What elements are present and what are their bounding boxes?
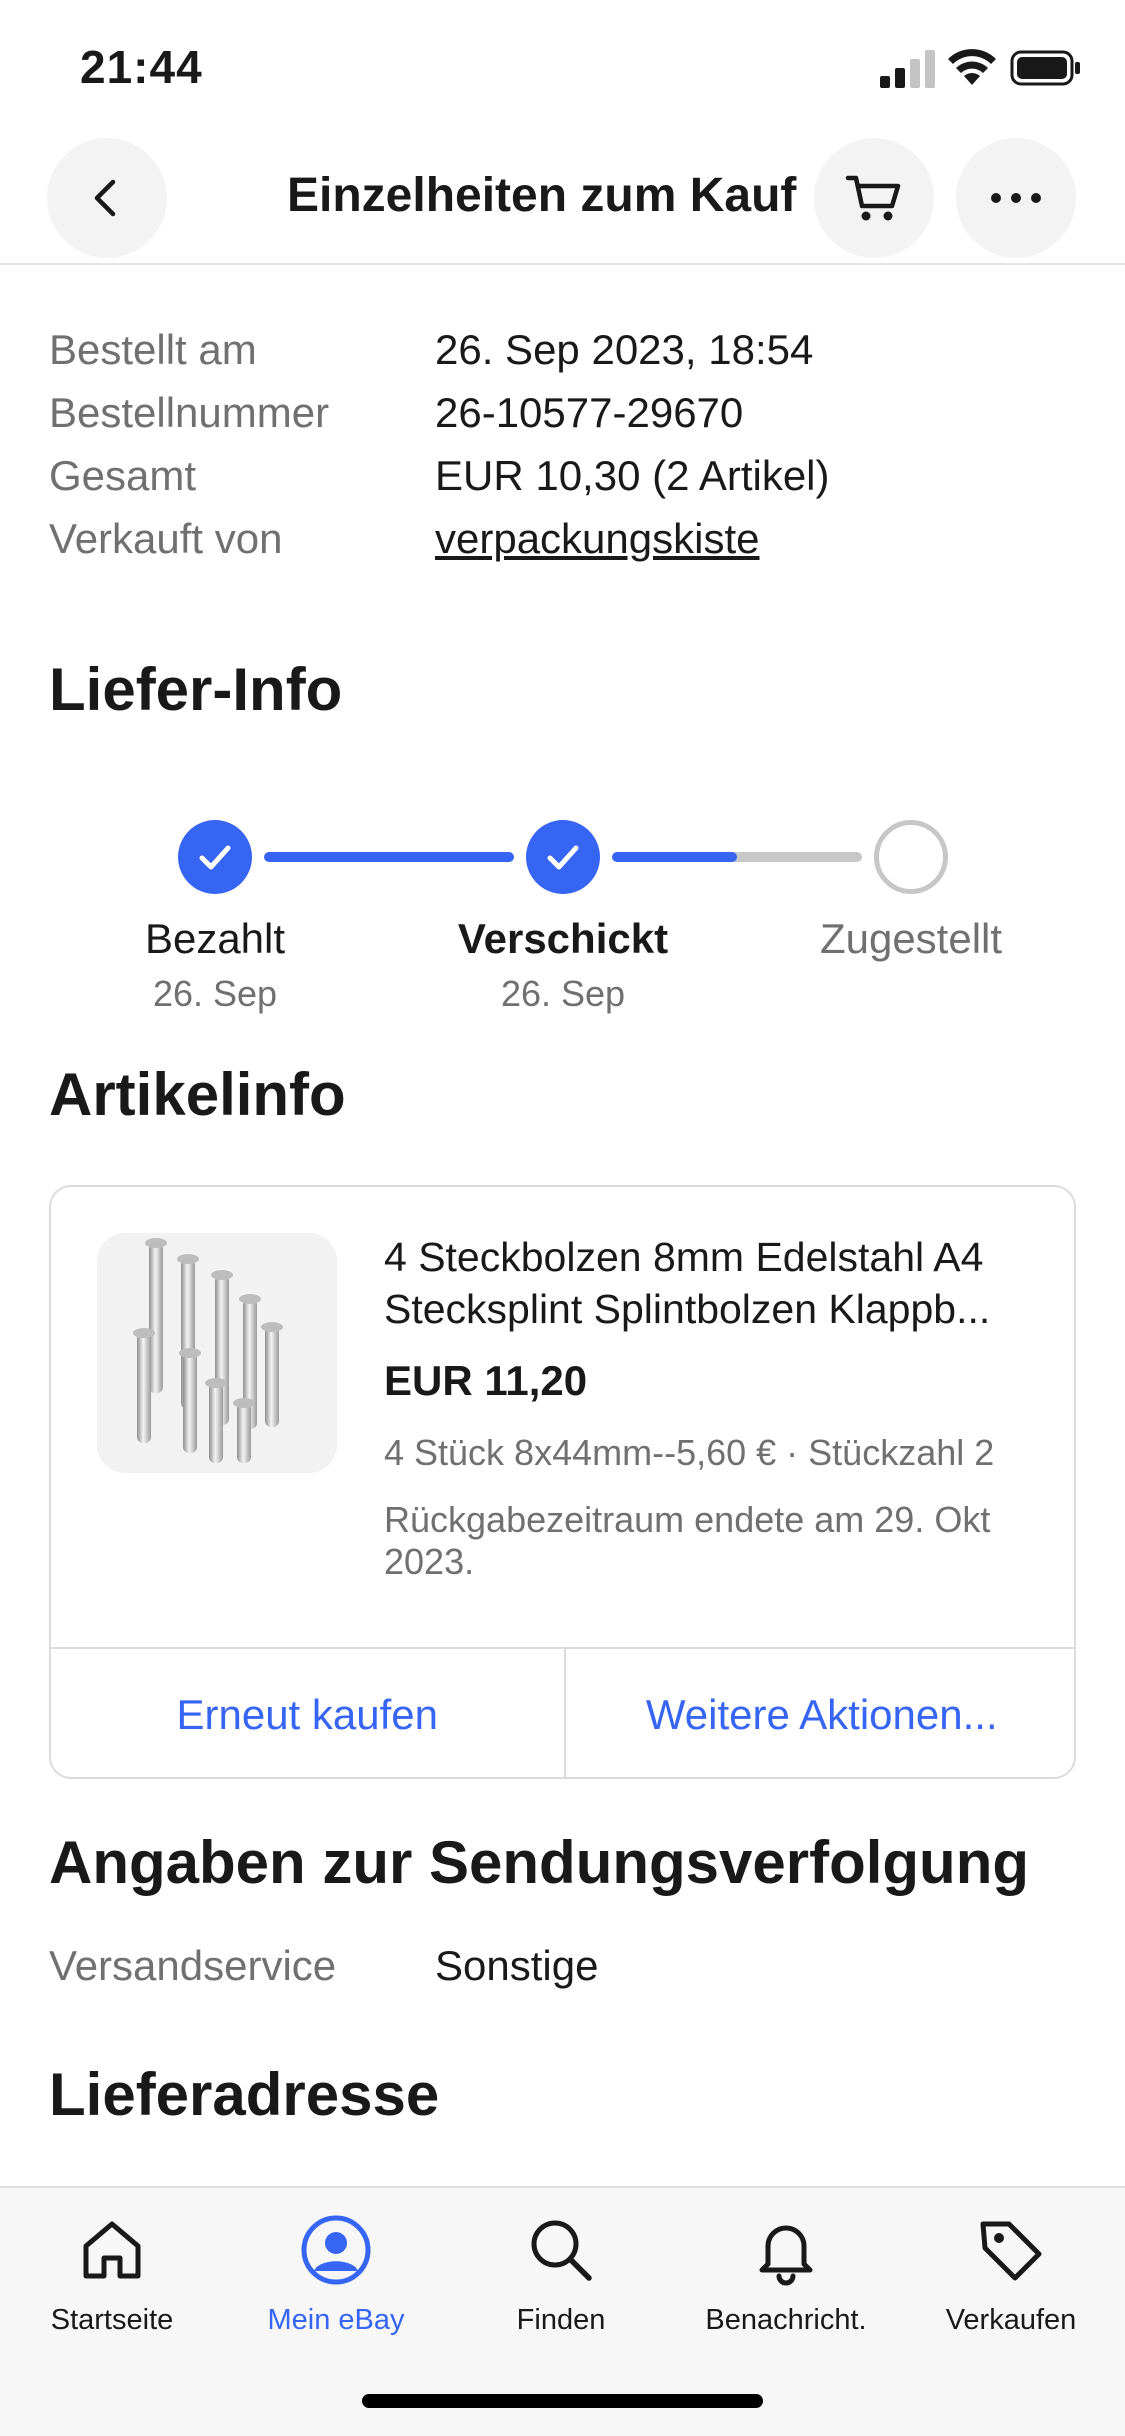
step-paid-label: Bezahlt [144,915,286,962]
wifi-icon [948,49,996,85]
progress-segment-fill [612,852,737,862]
detail-label: Bestellnummer [49,389,330,436]
tab-notifications[interactable]: Benachricht. [686,2210,886,2337]
order-number-value: 26-10577-29670 [435,389,744,436]
seller-row: Verkauft von verpackungskiste [49,507,1079,570]
tab-sell[interactable]: Verkaufen [911,2210,1111,2337]
detail-label: Verkauft von [49,515,283,562]
chevron-left-icon [94,179,116,217]
tracking-heading: Angaben zur Sendungsverfolgung [49,1829,1030,1896]
tab-search[interactable]: Finden [461,2210,661,2337]
status-time: 21:44 [80,41,203,93]
order-number-row: Bestellnummer 26-10577-29670 [49,381,1079,444]
progress-segment-shipped-delivered [612,852,862,862]
return-window-note: Rückgabezeitraum endete am 29. Okt 2023. [384,1499,991,1582]
order-date-value: 26. Sep 2023, 18:54 [435,326,814,373]
detail-label: Gesamt [49,452,197,499]
item-title[interactable]: 4 Steckbolzen 8mm Edelstahl A4 Steckspli… [384,1231,1054,1335]
tab-label: Verkaufen [945,2304,1077,2336]
order-total-value: EUR 10,30 (2 Artikel) [435,452,830,499]
step-delivered-label: Zugestellt [819,915,1003,962]
bell-icon [746,2210,826,2290]
navigation-bar: Einzelheiten zum Kauf [0,130,1125,265]
page-title: Einzelheiten zum Kauf [287,169,797,222]
user-icon [296,2210,376,2290]
delivery-progress: Bezahlt 26. Sep Verschickt 26. Sep Zuges… [0,815,1125,1035]
order-date-row: Bestellt am 26. Sep 2023, 18:54 [49,318,1079,381]
tab-label: Benachricht. [705,2304,867,2336]
shipping-service-value: Sonstige [435,1942,599,1989]
cart-icon [845,175,901,221]
step-paid-date: 26. Sep [152,973,278,1014]
order-total-row: Gesamt EUR 10,30 (2 Artikel) [49,444,1079,507]
more-horizontal-icon [991,193,1041,203]
battery-icon [1010,50,1080,86]
status-bar: 21:44 [0,0,1125,130]
checkmark-icon [199,845,231,870]
tab-label: Startseite [50,2304,174,2336]
more-actions-button[interactable]: Weitere Aktionen... [563,1649,1075,1777]
step-shipped-date: 26. Sep [500,973,626,1014]
home-icon [72,2210,152,2290]
tag-icon [971,2210,1051,2290]
tab-home[interactable]: Startseite [12,2210,212,2337]
order-details: Bestellt am 26. Sep 2023, 18:54 Bestelln… [49,318,1079,570]
item-variant: 4 Stück 8x44mm--5,60 € · Stückzahl 2 [384,1432,995,1473]
cellular-signal-icon [880,50,935,88]
pins-illustration [133,1238,283,1463]
step-shipped-label: Verschickt [457,915,669,962]
seller-link[interactable]: verpackungskiste [435,507,760,570]
search-icon [521,2210,601,2290]
item-card: 4 Steckbolzen 8mm Edelstahl A4 Steckspli… [49,1185,1076,1779]
home-indicator [362,2394,763,2408]
detail-label: Bestellt am [49,326,257,373]
step-delivered-circle [874,820,948,894]
progress-segment-paid-shipped [264,852,514,862]
delivery-heading: Liefer-Info [49,656,343,723]
back-button[interactable] [47,138,167,258]
buy-again-button[interactable]: Erneut kaufen [51,1649,564,1777]
tab-label: Finden [516,2304,606,2336]
tab-my-ebay[interactable]: Mein eBay [236,2210,436,2337]
item-info-heading: Artikelinfo [49,1061,346,1128]
tab-label: Mein eBay [267,2304,405,2336]
item-price: EUR 11,20 [384,1357,588,1404]
step-shipped-circle [526,820,600,894]
item-image[interactable] [97,1233,337,1473]
shipping-service-label: Versandservice [49,1942,337,1989]
step-paid-circle [178,820,252,894]
item-actions: Erneut kaufen Weitere Aktionen... [51,1647,1075,1777]
cart-button[interactable] [814,138,934,258]
more-options-button[interactable] [956,138,1076,258]
delivery-address-heading: Lieferadresse [49,2061,440,2128]
checkmark-icon [547,845,579,870]
